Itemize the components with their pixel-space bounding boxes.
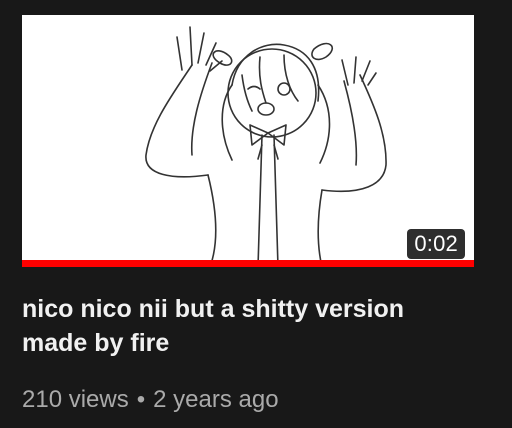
view-count: 210 views <box>22 386 129 413</box>
thumbnail-sketch-image <box>145 26 387 267</box>
video-duration-badge: 0:02 <box>407 229 465 259</box>
watch-progress-bar <box>22 260 474 267</box>
watch-progress-fill <box>22 260 474 267</box>
video-metadata: 210 views • 2 years ago <box>22 384 279 416</box>
video-card[interactable]: 0:02 nico nico nii but a shitty version … <box>0 0 512 428</box>
upload-age: 2 years ago <box>153 386 279 413</box>
video-thumbnail[interactable]: 0:02 <box>22 15 474 267</box>
meta-separator: • <box>136 386 146 413</box>
video-title[interactable]: nico nico nii but a shitty version made … <box>22 292 472 360</box>
